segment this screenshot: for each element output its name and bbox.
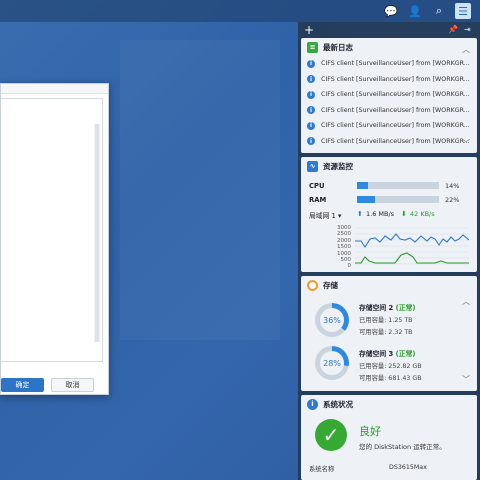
volume-name: 存储空间 2 <box>359 304 394 312</box>
log-entry[interactable]: i CIFS client [SurveillanceUser] from [WO… <box>301 72 477 88</box>
widget-panel: + 📌 ⇥ ≡ 最新日志 ︿ i CIFS client [Surveillanc… <box>298 22 480 480</box>
volume-status: (正常) <box>395 304 416 312</box>
download-arrow-icon: ⬇ <box>401 210 407 218</box>
log-entry-text: CIFS client [SurveillanceUser] from [WOR… <box>321 137 470 145</box>
upload-series-line <box>355 233 469 249</box>
info-icon: i <box>307 59 315 68</box>
widgets-icon[interactable]: ☰ <box>455 3 471 19</box>
chevron-down-icon[interactable]: ﹀ <box>462 138 470 149</box>
ok-button[interactable]: 确定 <box>1 378 44 392</box>
status-widget-header: i 系统状况 <box>301 395 477 413</box>
resource-monitor-widget: ∿ 资源监控 CPU 14% RAM 22% 局域网 1 ▾ ⬆ 1.6 MB/… <box>301 157 477 272</box>
system-message: 您的 DiskStation 运转正常。 <box>359 443 446 451</box>
log-entry[interactable]: i CIFS client [SurveillanceUser] from [WO… <box>301 134 477 150</box>
ram-bar <box>357 196 439 203</box>
cpu-bar-fill <box>357 182 369 189</box>
monitor-icon: ∿ <box>307 160 318 172</box>
model-value: DS3615Max <box>389 464 427 471</box>
log-entry[interactable]: i CIFS client [SurveillanceUser] from [WO… <box>301 103 477 119</box>
network-select[interactable]: 局域网 1 ▾ <box>309 210 341 220</box>
storage-widget: 存储 ︿ 36% 存储空间 2 (正常) 已用容量: 1.25 TB 可用容量:… <box>301 276 477 391</box>
add-widget-button[interactable]: + <box>304 23 314 37</box>
y-tick-label: 1500 <box>337 244 351 251</box>
log-entry-text: CIFS client [SurveillanceUser] from [WOR… <box>321 106 470 114</box>
storage-icon <box>307 279 318 291</box>
system-state: 良好 <box>359 425 381 438</box>
model-label: 系统名称 <box>309 466 335 473</box>
dialog-content-panel <box>1 98 103 362</box>
volume-usage-percent: 36% <box>320 308 344 332</box>
panel-toolbar: + 📌 ⇥ <box>298 22 480 38</box>
pin-icon[interactable]: 📌 <box>448 25 458 34</box>
ram-percent: 22% <box>445 196 460 204</box>
status-widget-title: 系统状况 <box>323 399 353 409</box>
storage-chevron-up-icon[interactable]: ︿ <box>462 296 470 307</box>
resource-widget-header: ∿ 资源监控 <box>301 157 477 175</box>
volume-free: 可用容量: 681.43 GB <box>359 375 422 382</box>
check-icon: ✓ <box>315 419 347 451</box>
volume-title: 存储空间 2 (正常) <box>359 302 415 312</box>
log-entry[interactable]: i CIFS client [SurveillanceUser] from [WO… <box>301 56 477 72</box>
log-entry-text: CIFS client [SurveillanceUser] from [WOR… <box>321 122 470 130</box>
chat-icon[interactable]: 💬 <box>383 3 399 19</box>
log-widget-title: 最新日志 <box>323 42 353 52</box>
volume-usage-percent: 28% <box>320 351 344 375</box>
dialog-window: 确定 取消 <box>0 83 109 395</box>
dialog-scrollbar[interactable] <box>94 124 100 342</box>
log-icon: ≡ <box>307 41 318 53</box>
info-icon: i <box>307 75 315 84</box>
storage-widget-header: 存储 <box>301 276 477 294</box>
upload-arrow-icon: ⬆ <box>357 210 363 218</box>
chevron-up-icon[interactable]: ︿ <box>462 44 470 55</box>
volume-title: 存储空间 3 (正常) <box>359 348 415 358</box>
cpu-label: CPU <box>309 182 325 190</box>
info-icon: i <box>307 121 315 130</box>
log-widget: ≡ 最新日志 ︿ i CIFS client [SurveillanceUser]… <box>301 38 477 153</box>
volume-used: 已用容量: 252.82 GB <box>359 363 422 370</box>
y-tick-label: 0 <box>347 263 352 270</box>
y-tick-label: 2500 <box>337 231 351 238</box>
collapse-panel-icon[interactable]: ⇥ <box>464 25 471 34</box>
download-speed: 42 KB/s <box>410 210 435 218</box>
cancel-button[interactable]: 取消 <box>51 378 94 392</box>
log-entry-text: CIFS client [SurveillanceUser] from [WOR… <box>321 60 470 68</box>
taskbar: 💬 👤 ⌕ ☰ <box>0 0 480 22</box>
log-entry-text: CIFS client [SurveillanceUser] from [WOR… <box>321 75 470 83</box>
search-icon[interactable]: ⌕ <box>431 3 447 19</box>
storage-widget-title: 存储 <box>323 280 338 290</box>
volume-status: (正常) <box>395 350 416 358</box>
volume-usage-ring: 36% <box>315 303 349 337</box>
info-icon: i <box>307 90 315 99</box>
cpu-bar <box>357 182 439 189</box>
volume-used: 已用容量: 1.25 TB <box>359 317 413 324</box>
user-icon[interactable]: 👤 <box>407 3 423 19</box>
log-entry[interactable]: i CIFS client [SurveillanceUser] from [WO… <box>301 87 477 103</box>
log-list: i CIFS client [SurveillanceUser] from [WO… <box>301 56 477 149</box>
volume-usage-ring: 28% <box>315 346 349 380</box>
ram-bar-fill <box>357 196 376 203</box>
scrollbar-thumb[interactable] <box>95 124 99 342</box>
info-icon: i <box>307 106 315 115</box>
resource-widget-title: 资源监控 <box>323 161 353 171</box>
network-chart <box>355 227 469 265</box>
system-status-widget: i 系统状况 ✓ 良好 您的 DiskStation 运转正常。 系统名称 DS… <box>301 395 477 480</box>
network-chart-y-axis: 3000 2500 2000 1500 1000 500 0 <box>337 225 351 270</box>
log-entry-text: CIFS client [SurveillanceUser] from [WOR… <box>321 91 470 99</box>
storage-chevron-down-icon[interactable]: ﹀ <box>462 374 470 385</box>
cpu-percent: 14% <box>445 182 460 190</box>
log-entry[interactable]: i CIFS client [SurveillanceUser] from [WO… <box>301 118 477 134</box>
info-icon: i <box>307 137 315 146</box>
info-icon: i <box>307 398 318 410</box>
ram-label: RAM <box>309 196 327 204</box>
upload-speed: 1.6 MB/s <box>366 210 395 218</box>
log-widget-header: ≡ 最新日志 <box>301 38 477 56</box>
volume-name: 存储空间 3 <box>359 350 394 358</box>
wallpaper-shape <box>120 40 280 340</box>
volume-free: 可用容量: 2.32 TB <box>359 329 413 336</box>
dialog-header <box>1 84 108 94</box>
